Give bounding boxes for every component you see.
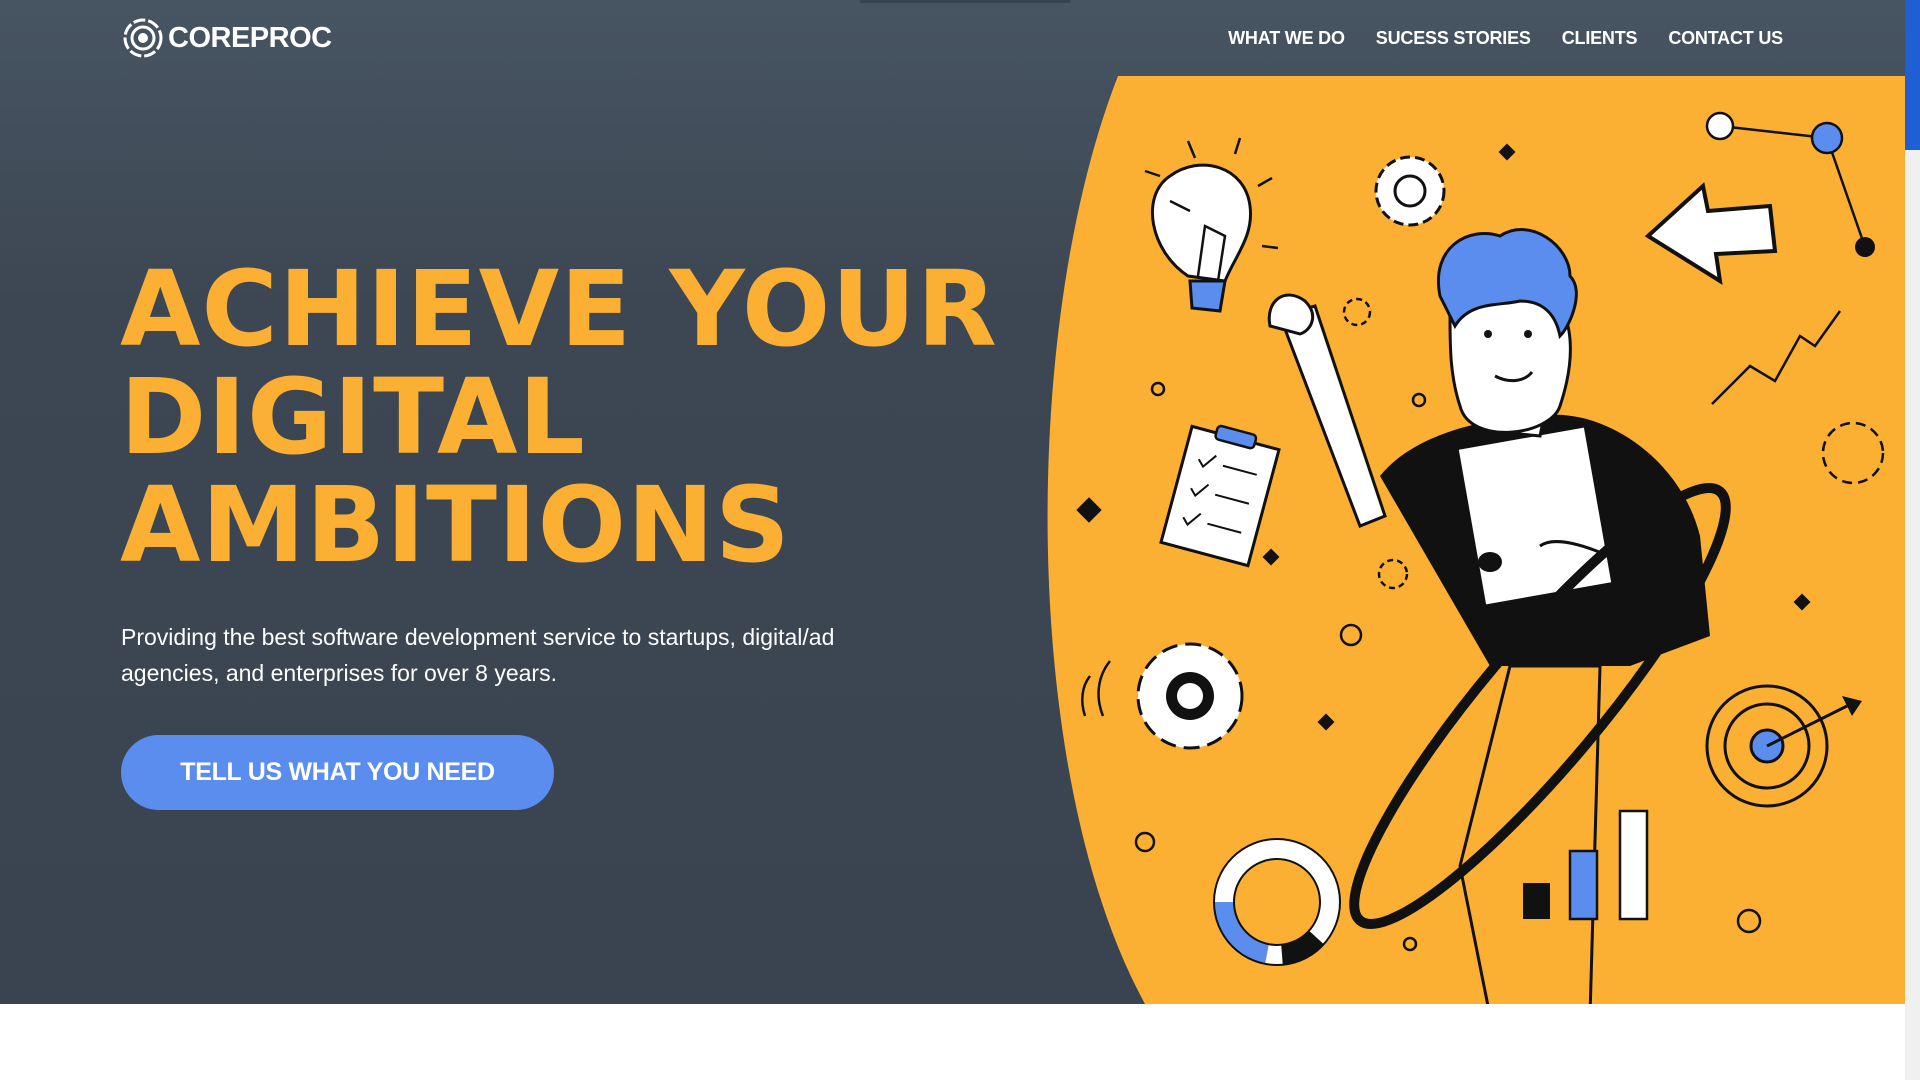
main-nav: WHAT WE DO SUCESS STORIES CLIENTS CONTAC… bbox=[1228, 28, 1783, 49]
gear-large-icon bbox=[1136, 642, 1244, 750]
nav-item-clients[interactable]: CLIENTS bbox=[1562, 28, 1638, 49]
headline-line-1: ACHIEVE YOUR bbox=[120, 248, 998, 370]
nav-item-contact-us[interactable]: CONTACT US bbox=[1668, 28, 1783, 49]
nav-item-success-stories[interactable]: SUCESS STORIES bbox=[1376, 28, 1531, 49]
page-scrollbar[interactable] bbox=[1905, 0, 1920, 1080]
headline-line-2: DIGITAL bbox=[120, 356, 586, 478]
nav-item-what-we-do[interactable]: WHAT WE DO bbox=[1228, 28, 1345, 49]
top-shadow-strip bbox=[860, 0, 1070, 3]
hero-illustration bbox=[1047, 76, 1905, 1004]
tell-us-what-you-need-button[interactable]: TELL US WHAT YOU NEED bbox=[121, 735, 554, 810]
headline-line-3: AMBITIONS bbox=[120, 464, 791, 586]
gear-icon bbox=[1374, 155, 1446, 227]
hero-headline: ACHIEVE YOUR DIGITAL AMBITIONS bbox=[120, 255, 998, 579]
brand-name: COREPROC bbox=[168, 21, 332, 54]
logo-mark-icon bbox=[123, 18, 163, 58]
scrollbar-thumb[interactable] bbox=[1905, 0, 1920, 150]
brand-logo[interactable]: COREPROC bbox=[122, 17, 332, 59]
hero-subtitle: Providing the best software development … bbox=[121, 624, 835, 686]
hero-section: COREPROC WHAT WE DO SUCESS STORIES CLIEN… bbox=[0, 0, 1905, 1004]
